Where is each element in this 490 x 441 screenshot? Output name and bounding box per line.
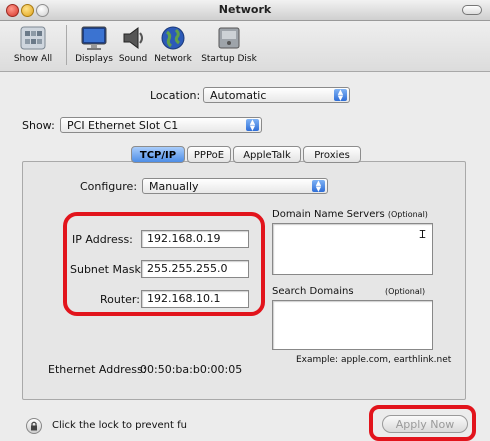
toolbar: Show All Displays Sound Network Startup	[0, 21, 490, 72]
configure-label: Configure:	[80, 180, 138, 193]
configure-popup[interactable]: Manually ▲ ▼	[142, 178, 328, 194]
tab-appletalk[interactable]: AppleTalk	[233, 146, 301, 163]
globe-icon	[161, 26, 185, 50]
location-value: Automatic	[210, 89, 267, 102]
toolbar-toggle-button[interactable]	[462, 5, 482, 15]
search-domains-optional: (Optional)	[385, 287, 426, 296]
toolbar-network[interactable]: Network	[152, 24, 194, 64]
ethernet-address-label: Ethernet Address:	[48, 363, 147, 376]
lock-icon	[31, 421, 37, 431]
dns-servers-field[interactable]: Ｉ	[272, 223, 433, 275]
dns-optional: (Optional)	[387, 210, 428, 219]
toolbar-network-label: Network	[154, 54, 192, 64]
apply-now-highlight	[369, 405, 476, 441]
tab-proxies[interactable]: Proxies	[303, 146, 361, 163]
disk-icon	[218, 27, 240, 49]
popup-arrows-icon: ▲ ▼	[246, 119, 259, 132]
tab-tcpip[interactable]: TCP/IP	[131, 146, 185, 163]
location-label: Location:	[150, 89, 201, 102]
show-value: PCI Ethernet Slot C1	[67, 119, 179, 132]
text-cursor-icon: Ｉ	[417, 228, 428, 241]
speaker-icon	[123, 27, 143, 49]
lock-button[interactable]	[26, 418, 42, 434]
popup-arrows-icon: ▲ ▼	[334, 89, 347, 102]
show-popup[interactable]: PCI Ethernet Slot C1 ▲ ▼	[60, 117, 262, 133]
ethernet-address-value: 00:50:ba:b0:00:05	[140, 363, 243, 376]
location-popup[interactable]: Automatic ▲ ▼	[203, 87, 350, 103]
dns-label: Domain Name Servers (Optional)	[272, 209, 428, 220]
toolbar-sound-label: Sound	[118, 54, 148, 64]
lock-hint-text: Click the lock to prevent fu	[52, 420, 187, 431]
toolbar-sound[interactable]: Sound	[116, 24, 150, 64]
tab-pppoe[interactable]: PPPoE	[187, 146, 231, 163]
grid-icon	[20, 26, 46, 50]
toolbar-displays-label: Displays	[75, 54, 113, 64]
ip-settings-highlight	[63, 212, 265, 316]
popup-arrows-icon: ▲ ▼	[312, 180, 325, 193]
toolbar-separator	[66, 25, 67, 65]
search-domains-example: Example: apple.com, earthlink.net	[296, 355, 452, 365]
display-icon	[81, 26, 107, 50]
toolbar-startup-disk-label: Startup Disk	[201, 54, 257, 64]
search-domains-label: Search Domains	[272, 286, 354, 297]
title-bar: Network	[0, 0, 490, 21]
search-domains-field[interactable]	[272, 300, 433, 350]
dns-label-text: Domain Name Servers	[272, 209, 385, 220]
configure-value: Manually	[149, 180, 199, 193]
show-label: Show:	[22, 119, 55, 132]
toolbar-show-all-label: Show All	[13, 54, 53, 64]
toolbar-show-all[interactable]: Show All	[3, 24, 63, 64]
toolbar-displays[interactable]: Displays	[72, 24, 116, 64]
toolbar-startup-disk[interactable]: Startup Disk	[196, 24, 262, 64]
window-title: Network	[218, 3, 272, 16]
